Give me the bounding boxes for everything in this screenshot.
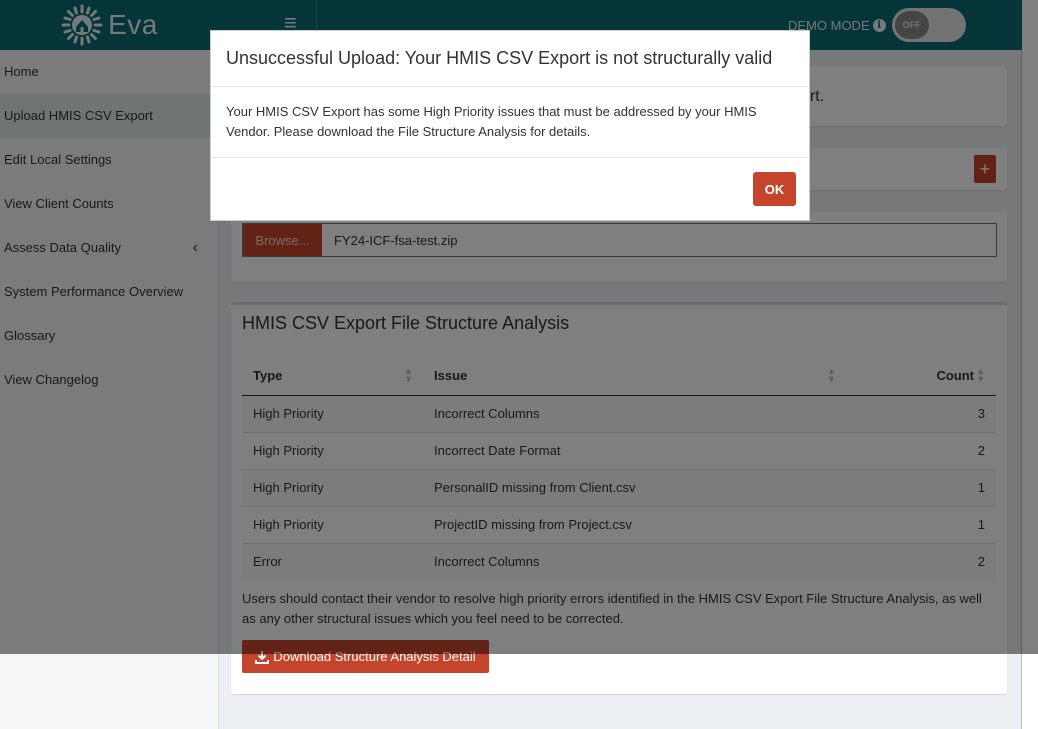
modal-header: Unsuccessful Upload: Your HMIS CSV Expor… [211,31,809,87]
ok-button[interactable]: OK [753,172,796,206]
error-modal: Unsuccessful Upload: Your HMIS CSV Expor… [210,30,810,221]
modal-body: Your HMIS CSV Export has some High Prior… [211,87,809,158]
modal-footer: OK [211,158,809,220]
modal-title: Unsuccessful Upload: Your HMIS CSV Expor… [226,48,773,68]
